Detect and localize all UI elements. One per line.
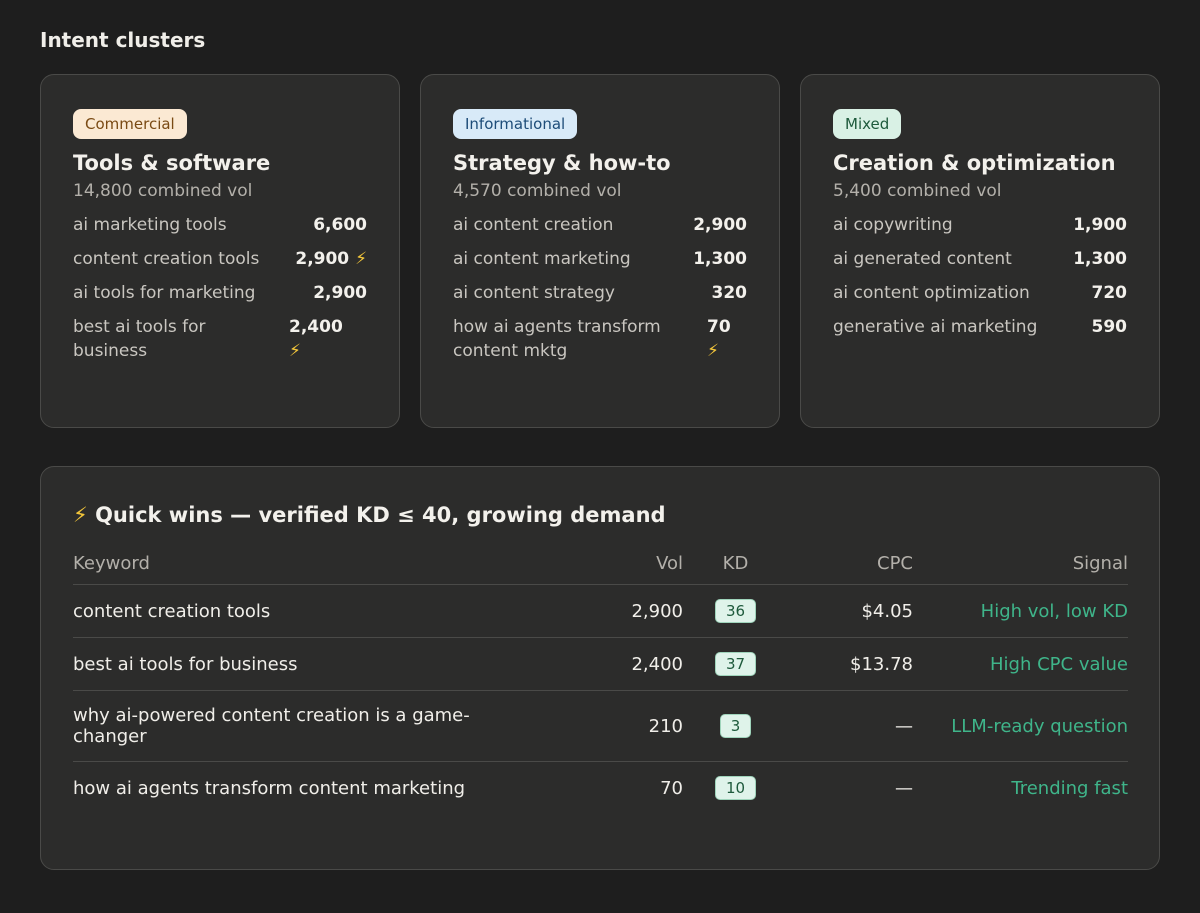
intent-badge: Mixed [833,109,902,139]
intent-badge: Informational [453,109,578,139]
keyword-volume: 2,400 ⚡ [289,317,343,361]
column-header-keyword: Keyword [73,553,513,585]
keyword-volume: 1,300 [693,249,747,269]
keyword-volume: 720 [1091,283,1128,303]
cell-cpc: $13.78 [788,637,913,691]
keyword-volume: 590 [1091,317,1128,337]
keyword-volume: 320 [711,283,748,303]
lightning-icon: ⚡ [73,503,88,527]
cell-kd: 3 [683,690,788,762]
column-header-cpc: CPC [788,553,913,585]
quick-wins-title: ⚡ Quick wins — verified KD ≤ 40, growing… [73,503,666,527]
list-item: ai generated content 1,300 [833,247,1127,271]
list-item: ai content creation 2,900 [453,213,747,237]
list-item: ai content marketing 1,300 [453,247,747,271]
list-item: ai marketing tools 6,600 [73,213,367,237]
keyword-volume: 2,900 ⚡ [295,249,367,269]
column-header-signal: Signal [913,553,1128,585]
keyword-volume: 6,600 [313,215,367,235]
cell-cpc: — [788,690,913,762]
column-header-kd: KD [683,553,788,585]
cluster-title: Creation & optimization [833,151,1116,175]
intent-clusters: Commercial Tools & software 14,800 combi… [40,74,1160,428]
lightning-icon: ⚡ [707,341,719,361]
keyword-name: ai copywriting [833,215,953,235]
lightning-icon: ⚡ [289,341,301,361]
keyword-volume: 2,900 [313,283,367,303]
list-item: best ai tools for business 2,400 ⚡ [73,315,367,363]
cell-keyword: best ai tools for business [73,637,513,691]
kd-badge: 37 [714,652,757,676]
keyword-name: ai marketing tools [73,215,227,235]
keyword-name: ai content marketing [453,249,631,269]
cluster-title: Tools & software [73,151,271,175]
list-item: ai copywriting 1,900 [833,213,1127,237]
list-item: how ai agents transform content mktg 70 ⚡ [453,315,747,363]
lightning-icon: ⚡ [355,249,367,269]
keyword-volume: 2,900 [693,215,747,235]
quick-wins-table: Keyword Vol KD CPC Signal content creati… [73,553,1128,814]
keyword-name: ai generated content [833,249,1012,269]
cell-kd: 36 [683,584,788,638]
cluster-card-mixed: Mixed Creation & optimization 5,400 comb… [800,74,1160,428]
table-row: why ai-powered content creation is a gam… [73,690,1128,762]
table-row: content creation tools 2,900 36 $4.05 Hi… [73,584,1128,638]
list-item: ai content optimization 720 [833,281,1127,305]
keyword-name: ai content optimization [833,283,1030,303]
cell-kd: 37 [683,637,788,691]
cluster-volume: 4,570 combined vol [453,181,622,201]
keyword-name: ai content strategy [453,283,615,303]
cluster-keyword-list: ai copywriting 1,900 ai generated conten… [833,213,1127,339]
cell-vol: 70 [660,777,683,799]
keyword-name: generative ai marketing [833,317,1038,337]
cluster-card-commercial: Commercial Tools & software 14,800 combi… [40,74,400,428]
keyword-name: how ai agents transform content mktg [453,317,661,361]
section-title: Intent clusters [40,28,206,52]
keyword-name: ai content creation [453,215,614,235]
cell-keyword: why ai-powered content creation is a gam… [73,690,513,762]
cell-signal: High CPC value [913,637,1128,691]
cell-kd: 10 [683,762,788,815]
table-row: how ai agents transform content marketin… [73,762,1128,815]
cluster-title: Strategy & how-to [453,151,671,175]
list-item: generative ai marketing 590 [833,315,1127,339]
cell-vol: 2,900 [513,584,683,638]
kd-badge: 3 [719,714,752,738]
list-item: content creation tools 2,900 ⚡ [73,247,367,271]
cluster-keyword-list: ai content creation 2,900 ai content mar… [453,213,747,363]
table-header-row: Keyword Vol KD CPC Signal [73,553,1128,585]
cell-signal: LLM-ready question [913,690,1128,762]
kd-badge: 10 [714,776,757,800]
intent-badge: Commercial [73,109,187,139]
table-row: best ai tools for business 2,400 37 $13.… [73,637,1128,691]
cell-cpc: — [895,777,913,799]
keyword-name: content creation tools [73,249,260,269]
cell-cpc: $4.05 [788,584,913,638]
quick-wins-panel: ⚡ Quick wins — verified KD ≤ 40, growing… [40,466,1160,870]
kd-badge: 36 [714,599,757,623]
cluster-volume: 14,800 combined vol [73,181,253,201]
cell-vol: 210 [513,690,683,762]
cell-keyword: content creation tools [73,584,513,638]
list-item: ai tools for marketing 2,900 [73,281,367,305]
cell-signal: High vol, low KD [913,584,1128,638]
cluster-keyword-list: ai marketing tools 6,600 content creatio… [73,213,367,363]
keyword-name: ai tools for marketing [73,283,256,303]
cell-keyword: how ai agents transform content marketin… [73,777,466,799]
cluster-card-informational: Informational Strategy & how-to 4,570 co… [420,74,780,428]
keyword-volume: 70 ⚡ [707,317,731,361]
cluster-volume: 5,400 combined vol [833,181,1002,201]
list-item: ai content strategy 320 [453,281,747,305]
cell-vol: 2,400 [513,637,683,691]
cell-signal: Trending fast [1011,777,1128,799]
keyword-volume: 1,300 [1073,249,1127,269]
keyword-volume: 1,900 [1073,215,1127,235]
keyword-name: best ai tools for business [73,317,206,361]
column-header-vol: Vol [513,553,683,585]
